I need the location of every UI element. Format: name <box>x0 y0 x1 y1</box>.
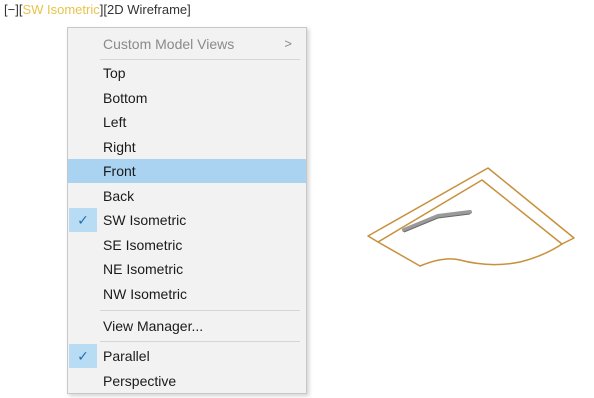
menu-item-left[interactable]: Left <box>68 110 306 134</box>
menu-item-view-manager[interactable]: View Manager... <box>68 314 306 338</box>
menu-item-sw-isometric[interactable]: ✓ SW Isometric <box>68 208 306 232</box>
menu-item-front[interactable]: Front <box>68 159 306 183</box>
menu-item-top[interactable]: Top <box>68 61 306 85</box>
check-box: ✓ <box>69 208 97 232</box>
current-view-label[interactable]: SW Isometric <box>22 2 99 17</box>
menu-item-label: NW Isometric <box>103 286 187 302</box>
checkmark-icon: ✓ <box>77 348 89 364</box>
model-rim-outline <box>367 167 575 245</box>
visual-style-control[interactable]: [2D Wireframe] <box>103 2 190 17</box>
menu-item-bottom[interactable]: Bottom <box>68 86 306 110</box>
isometric-model-drawing <box>367 167 575 267</box>
menu-item-custom-model-views[interactable]: Custom Model Views > <box>68 32 306 56</box>
check-box: ✓ <box>69 344 97 368</box>
menu-item-label: Top <box>103 65 126 81</box>
menu-item-label: SW Isometric <box>103 212 187 228</box>
menu-item-label: Right <box>103 139 136 155</box>
model-base-curve <box>377 241 563 267</box>
menu-separator <box>100 341 300 342</box>
menu-item-label: NE Isometric <box>103 261 184 277</box>
menu-item-back[interactable]: Back <box>68 184 306 208</box>
menu-item-right[interactable]: Right <box>68 135 306 159</box>
menu-item-nw-isometric[interactable]: NW Isometric <box>68 282 306 306</box>
menu-item-label: Parallel <box>103 348 150 364</box>
menu-item-label: Perspective <box>103 373 177 389</box>
menu-item-label: Custom Model Views <box>103 36 235 52</box>
menu-separator <box>100 59 300 60</box>
menu-item-parallel[interactable]: ✓ Parallel <box>68 344 306 368</box>
menu-item-label: Front <box>103 163 136 179</box>
viewport[interactable]: [−][SW Isometric][2D Wireframe] Custom M… <box>0 0 594 398</box>
menu-item-label: Bottom <box>103 90 148 106</box>
checkmark-icon: ✓ <box>77 212 89 228</box>
menu-item-perspective[interactable]: Perspective <box>68 369 306 393</box>
menu-item-ne-isometric[interactable]: NE Isometric <box>68 257 306 281</box>
menu-item-label: Back <box>103 188 135 204</box>
menu-item-se-isometric[interactable]: SE Isometric <box>68 233 306 257</box>
menu-item-label: View Manager... <box>103 318 204 334</box>
menu-separator <box>100 310 300 311</box>
menu-item-label: Left <box>103 114 127 130</box>
menu-item-label: SE Isometric <box>103 237 183 253</box>
viewport-minus-control[interactable]: [−] <box>4 2 19 17</box>
viewport-controls: [−][SW Isometric][2D Wireframe] <box>4 2 191 18</box>
chevron-right-icon: > <box>284 36 292 51</box>
view-context-menu: Custom Model Views > Top Bottom Left Rig… <box>67 27 307 394</box>
